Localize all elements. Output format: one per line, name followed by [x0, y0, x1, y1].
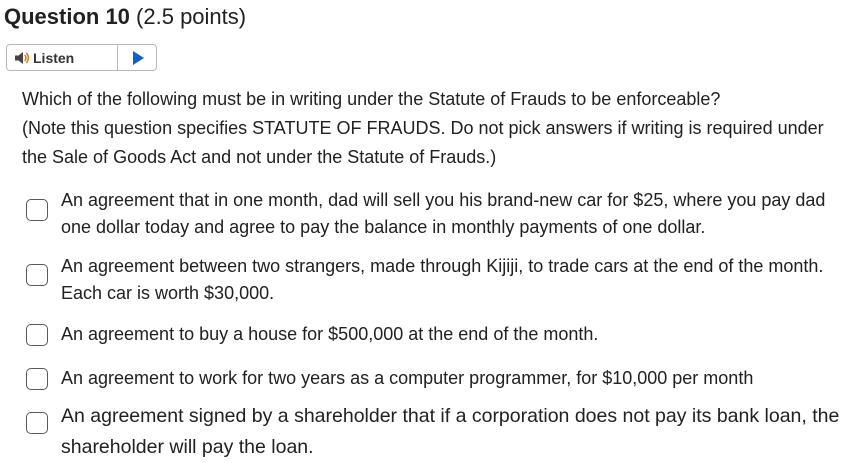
prompt-line-1: Which of the following must be in writin… — [22, 89, 721, 109]
answer-checkbox-1[interactable] — [26, 199, 48, 221]
answer-checkbox-2[interactable] — [26, 264, 48, 286]
question-prompt: Which of the following must be in writin… — [22, 85, 842, 172]
answer-option-3-text: An agreement to buy a house for $500,000… — [61, 324, 599, 344]
listen-button[interactable]: Listen — [7, 45, 118, 70]
answer-option-2-text: An agreement between two strangers, made… — [61, 256, 824, 303]
question-title: Question 10 — [4, 4, 130, 29]
play-button[interactable] — [118, 45, 156, 70]
answer-checkbox-5[interactable] — [26, 412, 48, 434]
prompt-line-2: (Note this question specifies STATUTE OF… — [22, 118, 824, 167]
play-icon — [133, 50, 144, 65]
answer-option-4-text: An agreement to work for two years as a … — [61, 368, 754, 388]
speaker-icon — [15, 52, 30, 64]
listen-label: Listen — [33, 49, 75, 66]
question-points: (2.5 points) — [136, 4, 247, 29]
question-header: Question 10 (2.5 points) — [4, 2, 246, 32]
listen-toolbar: Listen — [6, 44, 157, 71]
answer-option-1-text: An agreement that in one month, dad will… — [61, 190, 826, 237]
answer-checkbox-3[interactable] — [26, 324, 48, 346]
answer-option-5-text: An agreement signed by a shareholder tha… — [61, 405, 840, 458]
answer-checkbox-4[interactable] — [26, 368, 48, 390]
